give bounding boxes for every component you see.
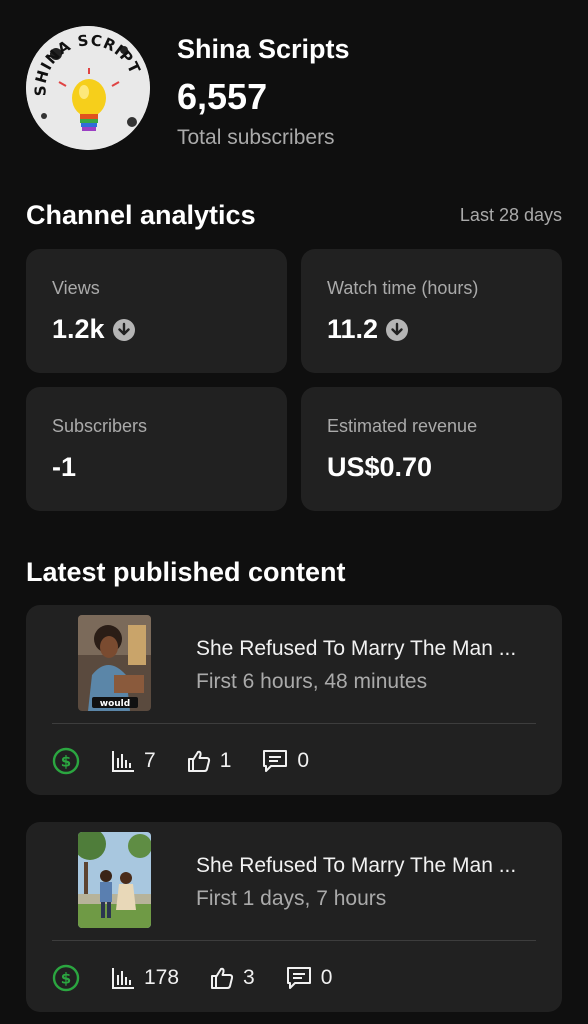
subscriber-count: 6,557 [177, 76, 268, 117]
views-stat: 7 [110, 748, 156, 774]
likes-stat: 1 [186, 748, 232, 774]
subscriber-label: Total subscribers [177, 126, 335, 149]
content-card[interactable]: would She Refused To Marry The Man ... F… [26, 605, 562, 795]
comment-icon [263, 750, 288, 772]
channel-header[interactable]: SHINA SCRIPTS Shina Scripts 6,557 Total … [26, 26, 566, 156]
video-title[interactable]: She Refused To Marry The Man ... [196, 637, 541, 661]
bar-chart-icon [112, 968, 134, 989]
video-thumbnail[interactable] [78, 832, 151, 928]
likes-count: 1 [219, 749, 232, 772]
metric-value-text: 11.2 [327, 314, 379, 344]
dollar-circle-icon: $ [52, 747, 80, 775]
metric-value: -1 [52, 452, 76, 483]
likes-count: 3 [243, 966, 255, 989]
metric-value-text: -1 [52, 452, 77, 482]
comment-icon [286, 967, 311, 989]
metric-card-watch-time[interactable]: Watch time (hours) 11.2 [301, 249, 562, 373]
metric-card-subscribers[interactable]: Subscribers -1 [26, 387, 287, 511]
video-age: First 6 hours, 48 minutes [196, 670, 428, 693]
thumbs-up-icon [211, 967, 234, 989]
views-count: 178 [144, 966, 180, 989]
analytics-title: Channel analytics [26, 200, 256, 230]
metric-value-text: 1.2k [52, 314, 105, 344]
svg-text:$: $ [61, 753, 71, 771]
divider [52, 940, 536, 941]
metric-label: Views [52, 278, 100, 298]
thumbs-up-icon [187, 750, 210, 772]
video-age: First 1 days, 7 hours [196, 887, 387, 910]
comments-stat: 0 [285, 965, 333, 991]
comments-count: 0 [297, 749, 310, 772]
arrow-down-circle-icon [112, 318, 135, 341]
comments-stat: 0 [261, 748, 309, 774]
metric-card-revenue[interactable]: Estimated revenue US$0.70 [301, 387, 562, 511]
video-title[interactable]: She Refused To Marry The Man ... [196, 854, 541, 878]
channel-dashboard: SHINA SCRIPTS Shina Scripts 6,557 Total … [0, 0, 588, 1024]
stats-row: $ 7 1 0 [52, 747, 339, 775]
latest-content-title: Latest published content [26, 557, 346, 587]
comments-count: 0 [320, 966, 333, 989]
channel-logo: SHINA SCRIPTS [26, 26, 150, 150]
metric-value: 11.2 [327, 314, 409, 345]
metric-label: Subscribers [52, 416, 148, 436]
arrow-down-circle-icon [386, 318, 409, 341]
divider [52, 723, 536, 724]
metric-label: Estimated revenue [327, 416, 478, 436]
video-thumbnail[interactable]: would [78, 615, 151, 711]
channel-name: Shina Scripts [177, 34, 350, 64]
dollar-circle-icon: $ [52, 964, 80, 992]
metric-value-text: US$0.70 [327, 452, 433, 482]
stats-row: $ 178 3 0 [52, 964, 362, 992]
avatar[interactable]: SHINA SCRIPTS [26, 26, 150, 150]
metric-card-views[interactable]: Views 1.2k [26, 249, 287, 373]
metric-value: US$0.70 [327, 452, 432, 483]
svg-text:would: would [100, 699, 130, 709]
period-label[interactable]: Last 28 days [460, 205, 562, 226]
views-count: 7 [144, 749, 156, 772]
svg-text:$: $ [61, 970, 71, 988]
bar-chart-icon [112, 751, 134, 772]
content-card[interactable]: She Refused To Marry The Man ... First 1… [26, 822, 562, 1012]
metric-label: Watch time (hours) [327, 278, 479, 298]
views-stat: 178 [110, 965, 179, 991]
metric-value: 1.2k [52, 314, 135, 345]
likes-stat: 3 [209, 965, 255, 991]
